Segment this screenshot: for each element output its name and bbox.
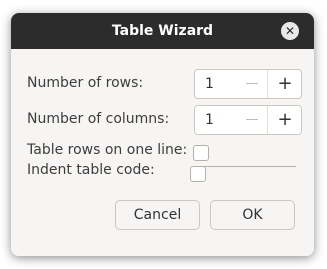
indent-field-border <box>203 166 296 167</box>
rows-label: Number of rows: <box>27 75 144 91</box>
indent-label: Indent table code: <box>27 162 155 178</box>
rows-spinbutton[interactable]: 1 — + <box>194 69 302 99</box>
indent-checkbox[interactable] <box>190 166 206 182</box>
rows-value[interactable]: 1 <box>205 70 214 98</box>
one-line-label: Table rows on one line: <box>27 142 188 158</box>
ok-button[interactable]: OK <box>210 200 295 230</box>
rows-minus-button[interactable]: — <box>237 70 267 98</box>
one-line-checkbox[interactable] <box>193 145 209 161</box>
columns-spinbutton[interactable]: 1 — + <box>194 105 302 135</box>
rows-plus-button[interactable]: + <box>267 70 302 98</box>
columns-value[interactable]: 1 <box>205 106 214 134</box>
cancel-button[interactable]: Cancel <box>115 200 200 230</box>
columns-minus-button[interactable]: — <box>237 106 267 134</box>
dialog-titlebar: Table Wizard ✕ <box>11 13 314 49</box>
close-icon[interactable]: ✕ <box>281 22 299 40</box>
table-wizard-dialog: Table Wizard ✕ Number of rows: 1 — + Num… <box>11 13 314 256</box>
dialog-content: Number of rows: 1 — + Number of columns:… <box>11 49 314 256</box>
columns-plus-button[interactable]: + <box>267 106 302 134</box>
columns-label: Number of columns: <box>27 111 170 127</box>
dialog-title: Table Wizard <box>111 23 214 39</box>
